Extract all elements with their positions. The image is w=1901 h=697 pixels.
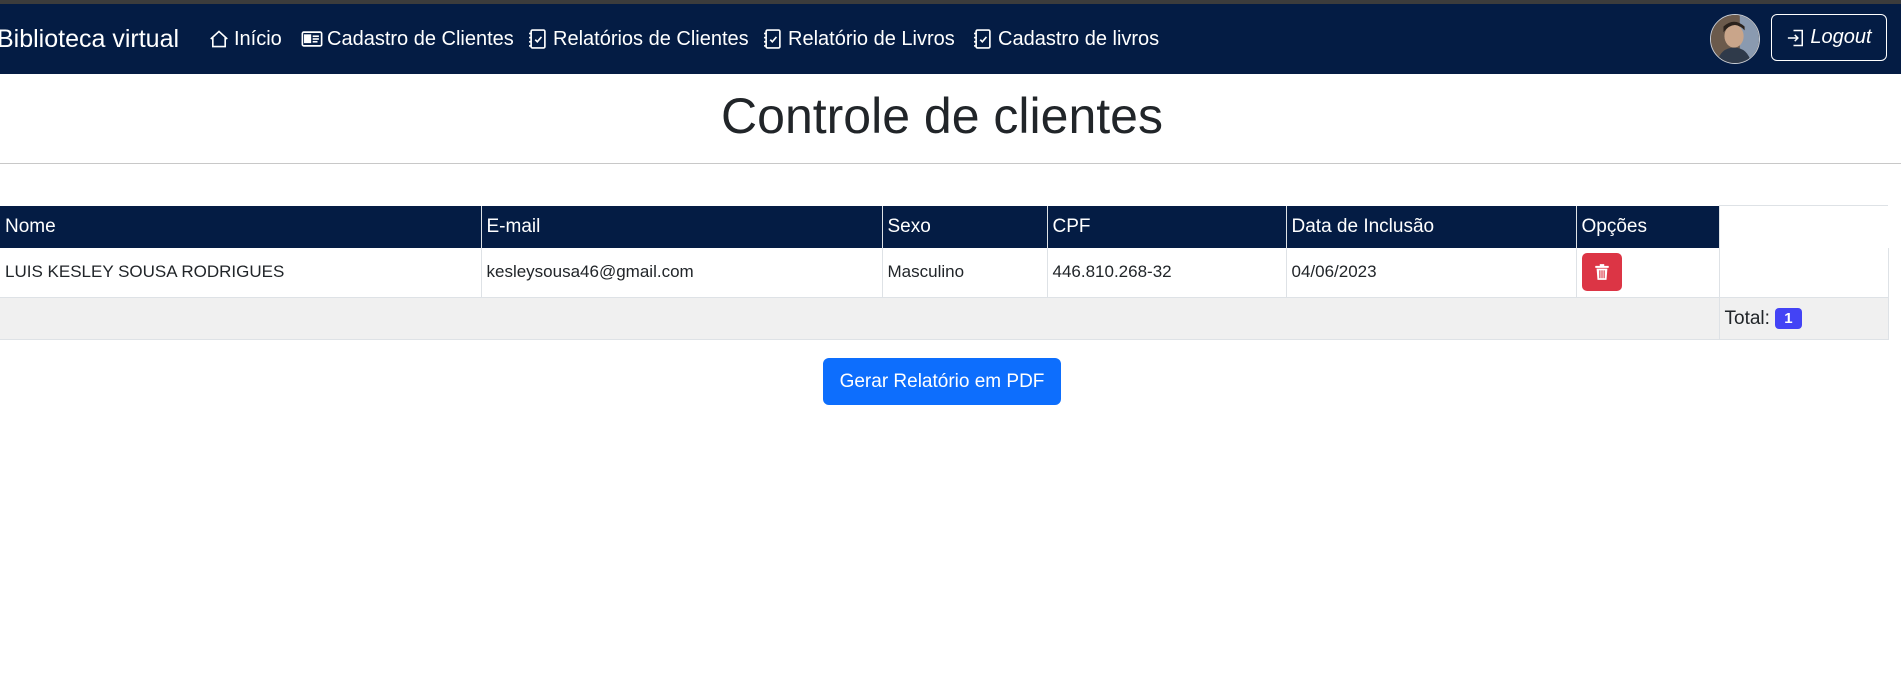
cell-cpf: 446.810.268-32 <box>1047 247 1287 298</box>
column-header-opcoes: Opções <box>1576 205 1720 248</box>
total-cell: Total: 1 <box>1719 297 1889 340</box>
column-header-nome[interactable]: Nome <box>0 205 482 248</box>
column-header-data-inclusao[interactable]: Data de Inclusão <box>1286 205 1577 248</box>
cell-sexo: Masculino <box>882 247 1048 298</box>
generate-pdf-report-button[interactable]: Gerar Relatório em PDF <box>823 358 1061 405</box>
cell-opcoes <box>1576 247 1720 298</box>
cell-nome: LUIS KESLEY SOUSA RODRIGUES <box>0 247 482 298</box>
total-label: Total: <box>1724 307 1770 329</box>
user-avatar[interactable] <box>1710 14 1760 64</box>
table-footer-row: Total: 1 <box>0 297 1889 340</box>
logout-label: Logout <box>1810 26 1872 48</box>
table-header-row: Nome E-mail Sexo CPF Data de Inclusão Op… <box>0 205 1888 248</box>
footer-spacer <box>0 297 1720 340</box>
cell-data-inclusao: 04/06/2023 <box>1286 247 1577 298</box>
nav-item-relatorios-clientes[interactable]: Relatórios de Clientes <box>527 4 749 74</box>
nav-item-label: Início <box>234 27 282 50</box>
trash-icon <box>1594 264 1609 281</box>
clients-table-container: Nome E-mail Sexo CPF Data de Inclusão Op… <box>0 205 1889 340</box>
logout-icon <box>1788 29 1804 46</box>
cell-empty <box>1719 247 1889 298</box>
nav-item-inicio[interactable]: Início <box>208 4 282 74</box>
nav-item-cadastro-clientes[interactable]: Cadastro de Clientes <box>301 4 514 74</box>
nav-item-label: Relatórios de Clientes <box>553 27 749 50</box>
id-card-icon <box>301 31 323 47</box>
nav-item-cadastro-livros[interactable]: Cadastro de livros <box>972 4 1159 74</box>
delete-button[interactable] <box>1581 253 1622 292</box>
user-photo <box>1711 15 1759 63</box>
nav-item-label: Relatório de Livros <box>788 27 955 50</box>
cell-email: kesleysousa46@gmail.com <box>481 247 883 298</box>
column-header-empty <box>1719 205 1888 248</box>
clients-table: Nome E-mail Sexo CPF Data de Inclusão Op… <box>0 205 1889 340</box>
nav-item-relatorio-livros[interactable]: Relatório de Livros <box>762 4 955 74</box>
column-header-email[interactable]: E-mail <box>481 205 883 248</box>
top-navbar: Biblioteca virtual Início Cadastro de Cl… <box>0 4 1901 74</box>
table-row: LUIS KESLEY SOUSA RODRIGUES kesleysousa4… <box>0 247 1889 298</box>
checklist-icon <box>764 29 781 49</box>
nav-item-label: Cadastro de Clientes <box>327 27 514 50</box>
title-divider <box>0 163 1901 164</box>
column-header-cpf[interactable]: CPF <box>1047 205 1287 248</box>
checklist-icon <box>529 29 546 49</box>
brand-link[interactable]: Biblioteca virtual <box>0 4 179 74</box>
page-title: Controle de clientes <box>721 88 1163 144</box>
column-header-sexo[interactable]: Sexo <box>882 205 1048 248</box>
house-icon <box>210 30 228 48</box>
checklist-icon <box>974 29 991 49</box>
nav-item-label: Cadastro de livros <box>998 27 1160 50</box>
logout-button[interactable]: Logout <box>1771 14 1887 61</box>
total-count-badge: 1 <box>1775 307 1802 329</box>
